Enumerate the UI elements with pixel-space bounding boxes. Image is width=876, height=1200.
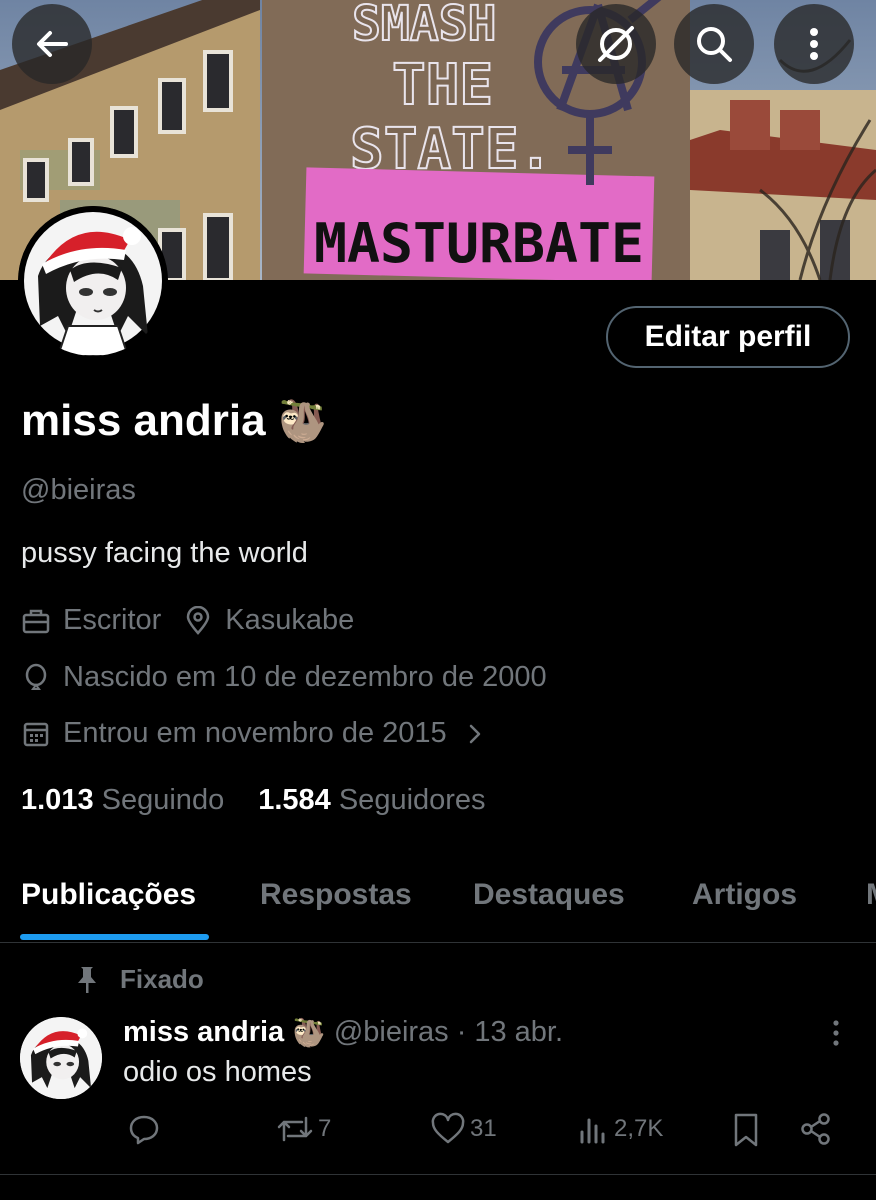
repost-button[interactable]: 7: [276, 1112, 331, 1146]
post-actions: 7 31 2,7K: [0, 1112, 876, 1156]
more-button[interactable]: [774, 4, 854, 84]
grok-icon: [598, 26, 634, 62]
balloon-icon: [25, 663, 47, 690]
profile-stats: 1.013 Seguindo 1.584 Seguidores: [21, 784, 486, 817]
heart-icon: [431, 1112, 465, 1144]
location-pin-icon: [187, 605, 210, 635]
post-body: odio os homes: [123, 1056, 312, 1088]
sloth-emoji: 🦥: [292, 1017, 326, 1048]
graffiti-smash: SMASH: [352, 0, 497, 52]
sloth-emoji: 🦥: [277, 399, 328, 444]
bookmark-icon: [734, 1113, 758, 1147]
share-button[interactable]: [800, 1112, 832, 1146]
chevron-right-icon: [469, 724, 480, 743]
briefcase-icon: [22, 609, 50, 633]
profile-avatar[interactable]: [18, 206, 168, 356]
views-button[interactable]: 2,7K: [578, 1112, 663, 1146]
profile-joined-date: Entrou em novembro de 2015: [63, 717, 447, 749]
followers-count: 1.584: [258, 784, 331, 816]
graffiti-sign: MASTURBATE: [314, 212, 644, 275]
following-link[interactable]: 1.013 Seguindo: [21, 784, 224, 817]
profile-birthdate: Nascido em 10 de dezembro de 2000: [63, 661, 547, 693]
avatar-image: [18, 206, 168, 356]
following-count: 1.013: [21, 784, 94, 816]
tab-posts[interactable]: Publicações: [21, 878, 196, 912]
share-icon: [801, 1113, 830, 1145]
profile-location: Kasukabe: [225, 604, 355, 636]
more-vertical-icon: [810, 28, 818, 60]
like-count: 31: [470, 1115, 497, 1142]
active-tab-indicator: [20, 934, 209, 940]
search-icon: [697, 27, 732, 62]
avatar-image: [20, 1017, 102, 1099]
post-divider: [0, 1174, 876, 1175]
following-label: Seguindo: [101, 784, 225, 816]
profile-meta-joined[interactable]: Entrou em novembro de 2015: [21, 717, 485, 750]
profile-meta-birth: Nascido em 10 de dezembro de 2000: [21, 661, 547, 694]
post-header: miss andria 🦥 @bieiras · 13 abr.: [123, 1016, 563, 1049]
followers-link[interactable]: 1.584 Seguidores: [258, 784, 485, 817]
profile-tabs: Publicações Respostas Destaques Artigos …: [0, 872, 876, 943]
repost-icon: [277, 1116, 313, 1142]
tab-highlights[interactable]: Destaques: [473, 878, 625, 912]
tab-media[interactable]: M: [866, 878, 876, 912]
search-button[interactable]: [674, 4, 754, 84]
repost-count: 7: [318, 1115, 332, 1142]
profile-job: Escritor: [63, 604, 162, 636]
tab-replies[interactable]: Respostas: [260, 878, 412, 912]
profile-meta-job-location: Escritor Kasukabe: [21, 604, 354, 637]
pinned-indicator: Fixado: [74, 964, 204, 995]
edit-profile-button[interactable]: Editar perfil: [606, 306, 850, 368]
tab-articles[interactable]: Artigos: [692, 878, 797, 912]
reply-button[interactable]: [127, 1112, 161, 1146]
followers-label: Seguidores: [338, 784, 486, 816]
pin-icon: [78, 966, 96, 993]
profile-handle: @bieiras: [21, 474, 136, 506]
back-button[interactable]: [12, 4, 92, 84]
views-count: 2,7K: [614, 1115, 664, 1142]
post-more-icon[interactable]: [826, 1018, 846, 1048]
profile-bio: pussy facing the world: [21, 537, 308, 569]
graffiti-the: THE: [392, 53, 493, 118]
profile-display-name: miss andria: [21, 396, 266, 445]
post-author-name[interactable]: miss andria: [123, 1016, 284, 1049]
post-author-handle[interactable]: @bieiras: [334, 1016, 449, 1049]
profile-name: miss andria 🦥: [21, 396, 327, 446]
post-date[interactable]: 13 abr.: [474, 1016, 563, 1049]
views-chart-icon: [580, 1118, 605, 1144]
calendar-icon: [23, 722, 49, 746]
pinned-label: Fixado: [120, 964, 204, 994]
like-button[interactable]: 31: [430, 1112, 497, 1146]
grok-button[interactable]: [576, 4, 656, 84]
arrow-left-icon: [37, 31, 68, 57]
post-author-avatar[interactable]: [20, 1017, 102, 1099]
bookmark-button[interactable]: [732, 1112, 760, 1148]
reply-icon: [129, 1115, 159, 1145]
post-separator: ·: [456, 1016, 467, 1048]
